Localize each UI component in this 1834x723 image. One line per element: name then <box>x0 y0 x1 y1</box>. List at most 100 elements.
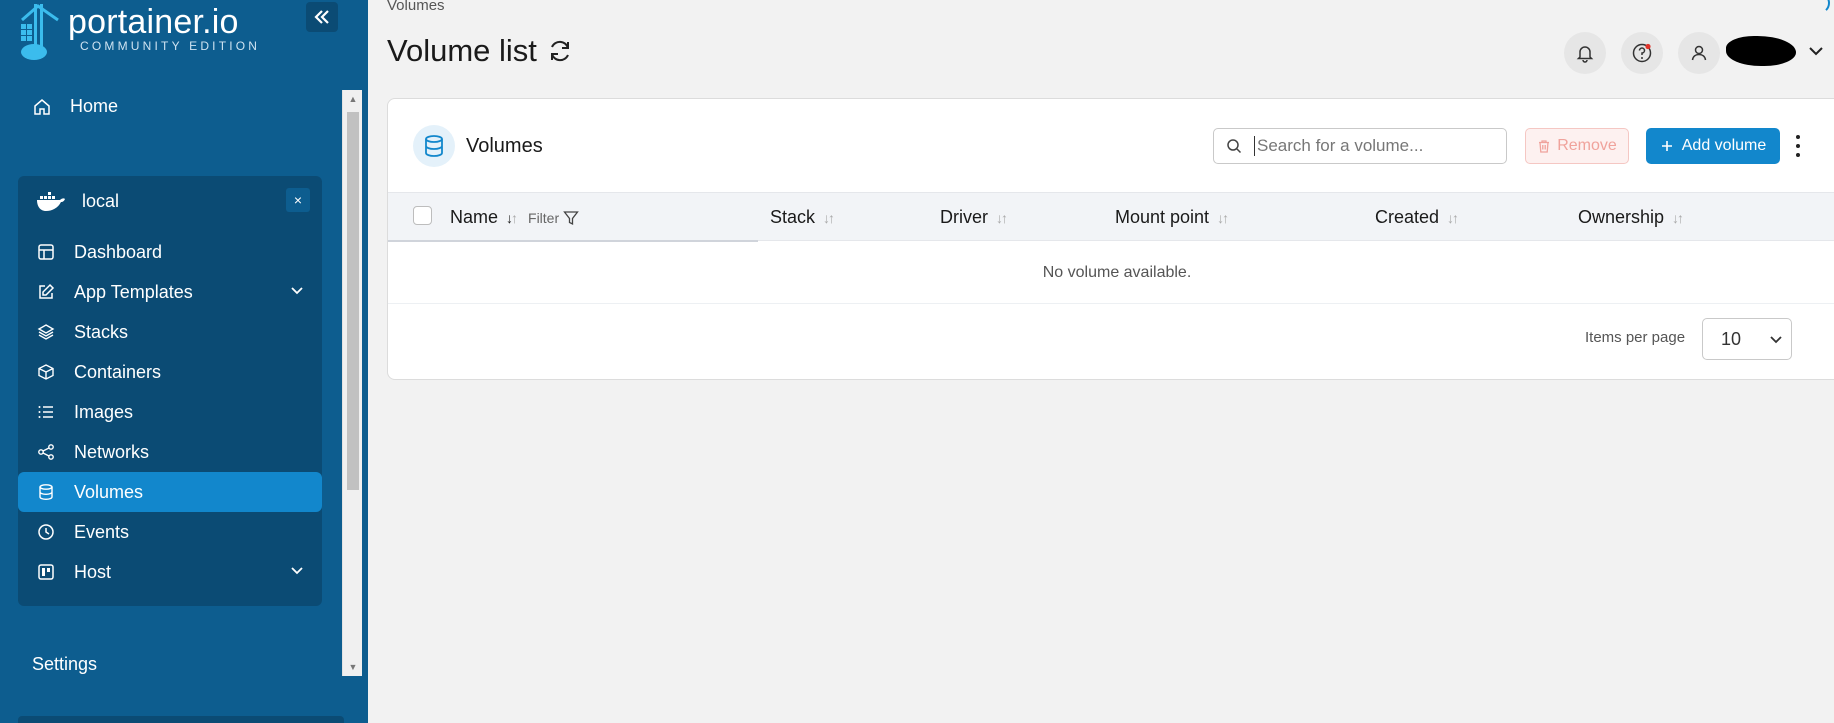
chevron-down-icon[interactable] <box>1808 44 1824 58</box>
bell-icon <box>1576 46 1594 63</box>
environment-name: local <box>82 190 120 211</box>
column-filter[interactable]: Filter <box>528 210 579 226</box>
database-icon <box>36 482 56 502</box>
help-icon <box>1632 43 1652 63</box>
items-per-page-label: Items per page <box>1585 329 1686 346</box>
items-per-page-select[interactable]: 10 <box>1702 318 1792 360</box>
edit-icon <box>36 282 56 302</box>
sidebar-item-label: Dashboard <box>74 241 163 262</box>
sidebar-scrollbar[interactable]: ▲ ▼ <box>342 90 362 676</box>
table-header: Name ↓↑ Filter Stack ↓↑ Driver ↓↑ Mount … <box>388 192 1834 242</box>
database-icon <box>413 125 455 167</box>
refresh-icon[interactable] <box>547 38 573 64</box>
user-icon <box>1691 45 1707 61</box>
sidebar-item-label: Home <box>70 96 119 116</box>
sidebar-item-label: App Templates <box>74 281 193 302</box>
docker-icon <box>36 190 66 212</box>
loading-spinner-icon <box>1808 0 1830 14</box>
logo-name: portainer.io <box>68 3 239 41</box>
sidebar-item-label: Events <box>74 521 130 542</box>
list-icon <box>36 402 56 422</box>
host-icon <box>36 562 56 582</box>
page-title-text: Volume list <box>387 33 537 68</box>
scrollbar-thumb[interactable] <box>347 112 359 490</box>
sidebar-item-networks[interactable]: Networks <box>18 432 322 472</box>
add-volume-button[interactable]: Add volume <box>1646 128 1780 164</box>
filter-icon <box>563 210 579 225</box>
remove-button-label: Remove <box>1557 137 1617 154</box>
redacted-username <box>1726 36 1796 66</box>
collapse-sidebar-button[interactable] <box>306 2 338 32</box>
clock-icon <box>36 522 56 542</box>
remove-button[interactable]: Remove <box>1525 128 1629 164</box>
home-icon <box>32 97 52 117</box>
sidebar-bottom-panel <box>18 716 344 723</box>
help-button[interactable] <box>1621 32 1663 74</box>
scroll-up-arrow-icon[interactable]: ▲ <box>343 90 363 108</box>
column-name-label: Name <box>450 207 499 227</box>
column-stack[interactable]: Stack ↓↑ <box>770 207 835 228</box>
column-mount-point-label: Mount point <box>1115 207 1210 227</box>
box-icon <box>36 362 56 382</box>
page-title: Volume list <box>387 33 573 69</box>
column-ownership[interactable]: Ownership ↓↑ <box>1578 207 1684 228</box>
sidebar-item-home[interactable]: Home <box>32 96 118 117</box>
column-name[interactable]: Name ↓↑ Filter <box>450 207 579 228</box>
share-icon <box>36 442 56 462</box>
sort-icon[interactable]: ↓↑ <box>996 210 1008 226</box>
sidebar-item-images[interactable]: Images <box>18 392 322 432</box>
sidebar-item-dashboard[interactable]: Dashboard <box>18 232 322 272</box>
search-input[interactable] <box>1254 136 1484 156</box>
sidebar-item-label: Networks <box>74 441 150 462</box>
more-options-icon[interactable] <box>1792 135 1804 157</box>
sort-icon[interactable]: ↓↑ <box>1217 210 1229 226</box>
environment-header[interactable]: local <box>36 190 119 212</box>
card-title: Volumes <box>466 135 543 157</box>
sidebar-item-label: Images <box>74 401 134 422</box>
chevron-down-icon <box>291 287 303 295</box>
sidebar-item-app-templates[interactable]: App Templates <box>18 272 322 312</box>
sort-icon[interactable]: ↓↑ <box>1672 210 1684 226</box>
chevrons-left-icon <box>314 10 329 24</box>
sidebar-item-events[interactable]: Events <box>18 512 322 552</box>
filter-label: Filter <box>528 209 560 226</box>
volumes-card: Volumes Remove Add volume Name ↓↑ Filter… <box>387 98 1834 380</box>
portainer-logo[interactable]: portainer.io COMMUNITY EDITION <box>18 2 260 62</box>
chevron-down-icon <box>1770 336 1782 344</box>
sort-icon[interactable]: ↓↑ <box>823 210 835 226</box>
column-stack-label: Stack <box>770 207 816 227</box>
sidebar: portainer.io COMMUNITY EDITION Home loca… <box>0 0 368 723</box>
add-volume-button-label: Add volume <box>1681 137 1767 154</box>
search-icon <box>1226 137 1244 155</box>
sidebar-item-volumes[interactable]: Volumes <box>18 472 322 512</box>
sidebar-item-stacks[interactable]: Stacks <box>18 312 322 352</box>
user-menu-button[interactable] <box>1678 32 1720 74</box>
column-mount-point[interactable]: Mount point ↓↑ <box>1115 207 1229 228</box>
logo-edition: COMMUNITY EDITION <box>80 39 261 53</box>
column-ownership-label: Ownership <box>1578 207 1665 227</box>
search-box[interactable] <box>1213 128 1507 164</box>
sidebar-item-label: Stacks <box>74 321 129 342</box>
sidebar-item-settings[interactable]: Settings <box>32 654 97 675</box>
sidebar-item-label: Volumes <box>74 481 144 502</box>
sidebar-item-containers[interactable]: Containers <box>18 352 322 392</box>
breadcrumb[interactable]: Volumes <box>387 0 445 14</box>
environment-panel: local × Dashboard App Templates Stacks C… <box>18 176 322 606</box>
sort-descending-icon[interactable]: ↓↑ <box>506 210 518 226</box>
column-driver[interactable]: Driver ↓↑ <box>940 207 1008 228</box>
empty-table-message: No volume available. <box>388 242 1834 304</box>
environment-close-button[interactable]: × <box>286 188 310 212</box>
portainer-logo-icon <box>21 4 59 60</box>
dashboard-icon <box>36 242 56 262</box>
column-created-label: Created <box>1375 207 1440 227</box>
select-all-checkbox[interactable] <box>413 206 432 225</box>
sort-icon[interactable]: ↓↑ <box>1447 210 1459 226</box>
items-per-page-value: 10 <box>1721 328 1742 349</box>
sidebar-item-host[interactable]: Host <box>18 552 322 592</box>
layers-icon <box>36 322 56 342</box>
chevron-down-icon <box>291 567 303 575</box>
scroll-down-arrow-icon[interactable]: ▼ <box>343 658 363 676</box>
sidebar-item-label: Containers <box>74 361 162 382</box>
column-created[interactable]: Created ↓↑ <box>1375 207 1459 228</box>
notifications-button[interactable] <box>1564 32 1606 74</box>
